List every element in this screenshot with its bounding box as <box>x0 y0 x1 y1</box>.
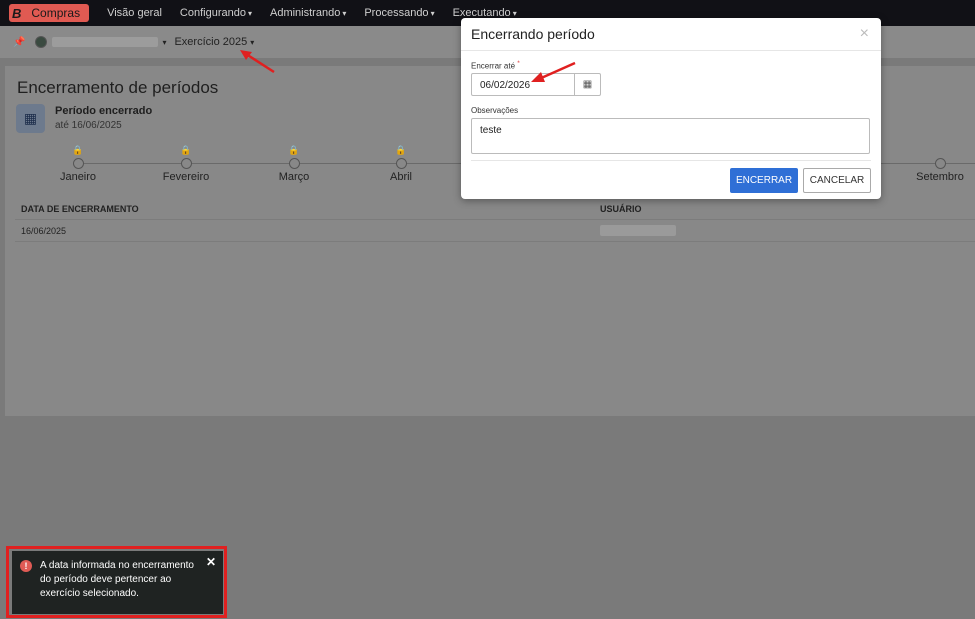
pin-icon[interactable]: 📌 <box>13 37 25 48</box>
nav-item-visao-geral[interactable]: Visão geral <box>107 7 162 19</box>
timeline-month-setembro[interactable]: Setembro <box>900 144 975 183</box>
exercise-selector[interactable]: Exercício 2025 ▾ <box>174 36 254 48</box>
divider <box>461 50 881 51</box>
calendar-icon[interactable]: ▦ <box>574 73 601 96</box>
lock-icon: 🔒 <box>395 145 407 155</box>
lock-icon: 🔒 <box>72 145 84 155</box>
nav-item-configurando[interactable]: Configurando ▾ <box>180 7 252 19</box>
nav-item-administrando[interactable]: Administrando ▾ <box>270 7 346 19</box>
timeline-dot <box>288 158 300 169</box>
date-field-label: Encerrar até * <box>471 60 520 71</box>
confirm-close-button[interactable]: ENCERRAR <box>730 168 798 193</box>
table-row[interactable]: 16/06/2025 <box>15 220 975 242</box>
timeline-dot <box>72 158 84 169</box>
close-period-dialog: Encerrando período × Encerrar até * 06/0… <box>461 18 881 199</box>
month-label: Setembro <box>916 171 964 183</box>
timeline-dot <box>180 158 192 169</box>
date-label-text: Encerrar até <box>471 61 516 71</box>
entity-crest-icon <box>35 36 48 48</box>
timeline-month-fevereiro[interactable]: 🔒 Fevereiro <box>146 144 226 183</box>
chevron-down-icon: ▾ <box>250 37 255 47</box>
timeline-dot <box>934 158 946 169</box>
exercise-label: Exercício 2025 <box>174 36 248 48</box>
cancel-button[interactable]: CANCELAR <box>803 168 871 193</box>
column-header-usuario: USUÁRIO <box>600 204 642 214</box>
nav-item-label: Processando <box>364 7 429 19</box>
month-label: Abril <box>389 171 412 183</box>
entity-selector-redacted[interactable] <box>52 37 159 47</box>
timeline-month-abril[interactable]: 🔒 Abril <box>361 144 441 183</box>
month-label: Março <box>278 171 310 183</box>
required-marker: * <box>517 60 520 67</box>
cell-date: 16/06/2025 <box>21 226 67 236</box>
chevron-down-icon: ▾ <box>247 8 252 18</box>
observations-textarea[interactable]: teste <box>471 118 870 154</box>
nav-item-label: Administrando <box>270 7 341 19</box>
page-title: Encerramento de períodos <box>17 78 219 97</box>
timeline-month-janeiro[interactable]: 🔒 Janeiro <box>38 144 118 183</box>
toast-message: A data informada no encerramento do perí… <box>40 560 194 599</box>
close-icon[interactable]: × <box>860 25 869 43</box>
lock-icon: 🔒 <box>288 145 300 155</box>
chevron-down-icon: ▾ <box>512 8 517 18</box>
nav-item-label: Visão geral <box>107 7 162 19</box>
app-name: Compras <box>31 6 81 20</box>
lock-icon-placeholder <box>900 144 975 156</box>
divider <box>471 160 871 161</box>
nav-item-label: Configurando <box>179 7 246 19</box>
observations-label: Observações <box>471 106 519 115</box>
date-input[interactable]: 06/02/2026 <box>471 73 575 96</box>
column-header-data: DATA DE ENCERRAMENTO <box>21 204 139 214</box>
dialog-title: Encerrando período <box>471 26 595 42</box>
calendar-icon: ▦ <box>16 104 45 133</box>
chevron-down-icon: ▾ <box>342 8 347 18</box>
cell-user-redacted <box>600 225 676 236</box>
table-header: DATA DE ENCERRAMENTO USUÁRIO <box>15 198 975 220</box>
chevron-down-icon[interactable]: ▾ <box>162 38 166 47</box>
error-toast: ! A data informada no encerramento do pe… <box>12 551 223 614</box>
app-logo[interactable]: B Compras <box>9 4 90 22</box>
lock-icon: 🔒 <box>180 145 192 155</box>
status-subtitle: até 16/06/2025 <box>55 120 122 131</box>
timeline-dot <box>395 158 407 169</box>
nav-item-processando[interactable]: Processando ▾ <box>364 7 434 19</box>
close-icon[interactable]: ✕ <box>206 555 216 569</box>
chevron-down-icon: ▾ <box>430 8 435 18</box>
error-icon: ! <box>20 560 32 572</box>
status-title: Período encerrado <box>55 105 153 117</box>
month-label: Fevereiro <box>162 171 210 183</box>
logo-letter: B <box>12 5 22 21</box>
month-label: Janeiro <box>59 171 97 183</box>
timeline-month-marco[interactable]: 🔒 Março <box>254 144 334 183</box>
